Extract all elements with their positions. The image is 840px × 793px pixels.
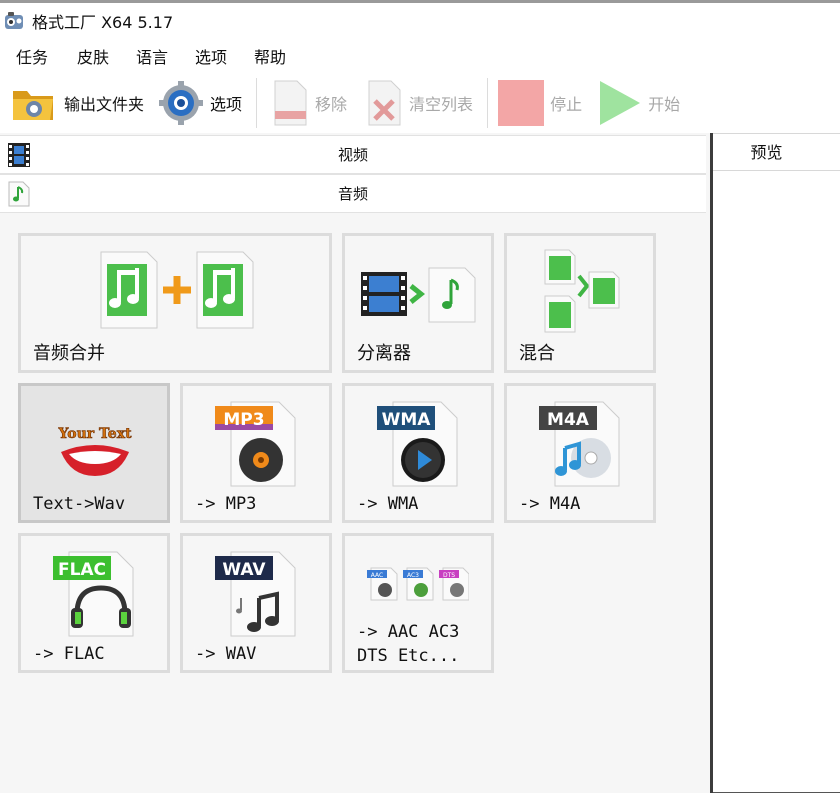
audio-merge-icon	[100, 251, 254, 329]
audio-merge-label: 音频合并	[33, 343, 105, 364]
output-folder-label: 输出文件夹	[64, 95, 145, 114]
dts-badge: DTS	[443, 572, 455, 579]
wav-file-icon: WAV	[215, 551, 296, 637]
flac-label: -> FLAC	[33, 644, 105, 664]
m4a-label: -> M4A	[519, 494, 581, 514]
wma-label: -> WMA	[357, 494, 419, 514]
menu-help[interactable]: 帮助	[236, 44, 295, 72]
your-text-badge: Your Text	[57, 426, 132, 442]
mix-label: 混合	[519, 343, 555, 364]
wma-tile[interactable]: WMA -> WMA	[342, 383, 494, 523]
splitter-tile[interactable]: 分离器	[342, 233, 494, 373]
toolbar: 输出文件夹 选项 移除 清空列表 停止 开始	[0, 74, 840, 132]
remove-document-icon	[274, 80, 307, 126]
window-title: 格式工厂 X64 5.17	[32, 12, 174, 32]
toolbar-separator	[256, 78, 258, 128]
text-to-wav-tile[interactable]: Your Text Text->Wav	[18, 383, 170, 523]
stop-icon	[498, 80, 545, 126]
preview-header: 预览	[713, 133, 840, 171]
flac-badge: FLAC	[58, 560, 106, 580]
clear-list-label: 清空列表	[409, 95, 474, 114]
m4a-tile[interactable]: M4A -> M4A	[504, 383, 656, 523]
title-bar: 格式工厂 X64 5.17	[0, 0, 840, 38]
options-button[interactable]: 选项	[158, 76, 242, 130]
clear-list-button[interactable]: 清空列表	[365, 76, 473, 130]
menu-skin[interactable]: 皮肤	[59, 44, 118, 72]
aac-ac3-dts-icon: AAC AC3 DTS	[367, 567, 469, 601]
stop-label: 停止	[550, 95, 583, 114]
remove-label: 移除	[315, 95, 348, 114]
category-audio[interactable]: 音频	[0, 174, 706, 213]
menu-options[interactable]: 选项	[177, 44, 236, 72]
play-icon	[600, 81, 641, 125]
app-logo-icon	[5, 11, 23, 29]
audio-merge-tile[interactable]: 音频合并	[18, 233, 332, 373]
wma-badge: WMA	[382, 410, 432, 430]
start-label: 开始	[648, 95, 681, 114]
mp3-label: -> MP3	[195, 494, 257, 514]
wav-tile[interactable]: WAV -> WAV	[180, 533, 332, 673]
remove-button[interactable]: 移除	[271, 76, 347, 130]
category-video-label: 视频	[337, 146, 368, 164]
gear-icon	[159, 81, 204, 125]
mp3-badge: MP3	[223, 410, 264, 430]
ac3-badge: AC3	[407, 572, 419, 579]
splitter-icon	[361, 267, 476, 323]
m4a-file-icon: M4A	[539, 401, 620, 487]
wav-label: -> WAV	[195, 644, 257, 664]
text-to-wav-label: Text->Wav	[33, 494, 126, 514]
wma-file-icon: WMA	[377, 401, 458, 487]
options-label: 选项	[210, 95, 243, 114]
format-factory-window: 格式工厂 X64 5.17 任务 皮肤 语言 选项 帮助 输出文件夹 选项 移除…	[0, 0, 840, 793]
folder-icon	[13, 91, 53, 120]
preview-panel: 预览	[710, 133, 840, 793]
m4a-badge: M4A	[547, 410, 590, 430]
lips-icon: Your Text	[57, 426, 132, 476]
menu-task[interactable]: 任务	[0, 44, 59, 72]
mp3-tile[interactable]: MP3 -> MP3	[180, 383, 332, 523]
output-folder-button[interactable]: 输出文件夹	[10, 76, 144, 130]
toolbar-separator	[487, 78, 489, 128]
start-button[interactable]: 开始	[598, 76, 680, 130]
wav-badge: WAV	[222, 560, 266, 580]
category-audio-label: 音频	[337, 185, 368, 203]
flac-tile[interactable]: FLAC -> FLAC	[18, 533, 170, 673]
menu-bar: 任务 皮肤 语言 选项 帮助	[0, 44, 295, 72]
splitter-label: 分离器	[357, 343, 411, 364]
menu-language[interactable]: 语言	[118, 44, 177, 72]
flac-file-icon: FLAC	[53, 551, 134, 637]
mix-icon	[544, 249, 620, 333]
aac-ac3-dts-tile[interactable]: AAC AC3 DTS -> AAC AC3 DTS Etc...	[342, 533, 494, 673]
aac-ac3-dts-label: -> AAC AC3 DTS Etc...	[357, 622, 460, 666]
mp3-file-icon: MP3	[215, 401, 296, 487]
mix-tile[interactable]: 混合	[504, 233, 656, 373]
aac-badge: AAC	[371, 572, 383, 579]
stop-button[interactable]: 停止	[498, 76, 582, 130]
clear-list-icon	[368, 80, 401, 126]
category-panel: 视频 音频 音频合并 分离器 混合 Your Text Text->Wav MP…	[0, 133, 710, 793]
category-video[interactable]: 视频	[0, 135, 706, 174]
